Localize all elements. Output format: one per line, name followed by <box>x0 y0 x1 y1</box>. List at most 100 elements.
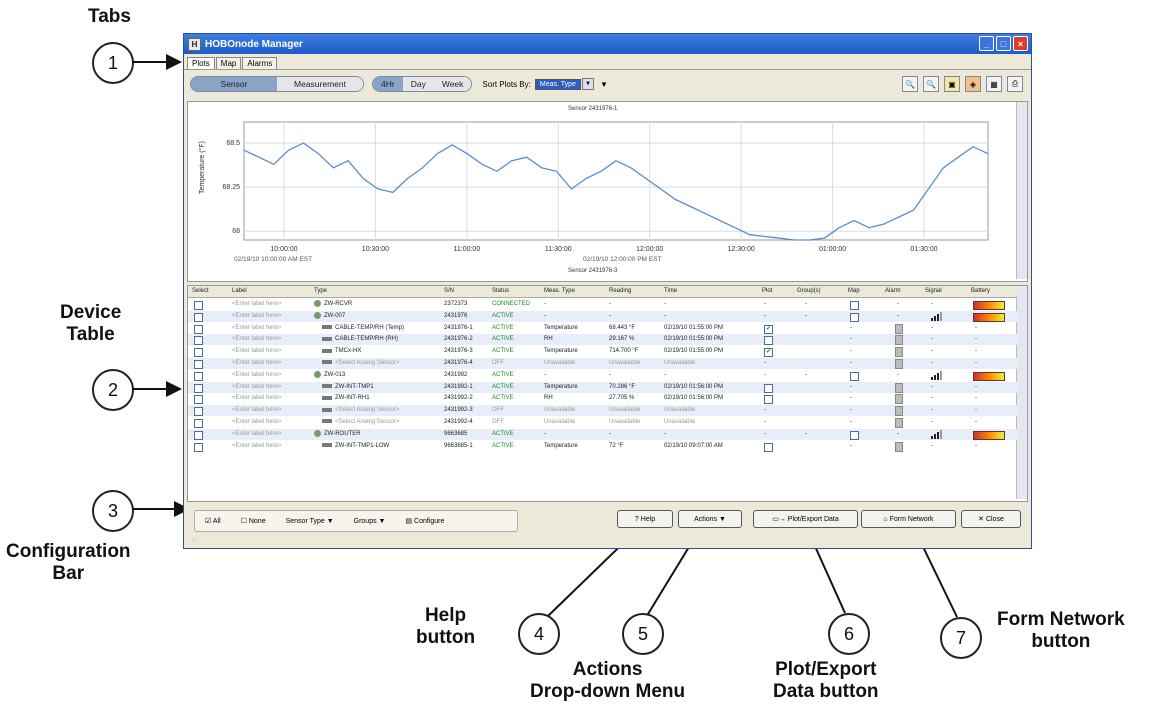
table-row[interactable]: <Enter label here> ZW-RCVR 2372373 CONNECTE… <box>188 299 1017 310</box>
alarm-bell-icon[interactable] <box>895 382 903 393</box>
label-cell[interactable]: <Enter label here> <box>232 429 281 440</box>
select-checkbox[interactable] <box>194 324 203 334</box>
select-checkbox[interactable] <box>194 348 203 358</box>
plot-checkbox[interactable] <box>764 442 773 452</box>
column-header[interactable]: S/N <box>444 286 454 297</box>
window-titlebar[interactable]: H HOBOnode Manager _ □ × <box>184 34 1031 54</box>
column-header[interactable]: Status <box>492 286 509 297</box>
select-checkbox[interactable] <box>194 395 203 405</box>
filter-icon[interactable]: ▼ <box>600 80 608 89</box>
alarm-bell-icon[interactable] <box>895 359 903 369</box>
range-4hr-button[interactable]: 4Hr <box>373 77 403 91</box>
alarm-bell-icon[interactable] <box>895 406 903 417</box>
alarm-bell-icon[interactable] <box>895 441 903 452</box>
column-header[interactable]: Group(s) <box>797 286 821 297</box>
table-scrollbar[interactable] <box>1016 286 1027 499</box>
tab-map[interactable]: Map <box>215 57 242 69</box>
select-checkbox[interactable] <box>194 383 203 393</box>
tab-plots[interactable]: Plots <box>187 57 215 69</box>
select-checkbox[interactable] <box>194 442 203 452</box>
groups-filter[interactable]: Groups ▼ <box>344 518 396 525</box>
label-cell[interactable]: <Enter label here> <box>232 417 281 428</box>
column-header[interactable]: Battery <box>971 286 990 297</box>
table-row[interactable]: <Enter label here> <Select Analog Sensor>… <box>188 405 1017 417</box>
select-all-button[interactable]: ☑ All <box>195 517 231 525</box>
table-row[interactable]: <Enter label here> ZW-INT-TMP1-LOW 9663685… <box>188 441 1017 452</box>
select-checkbox[interactable] <box>194 430 203 440</box>
grid-icon[interactable]: ▦ <box>986 76 1002 92</box>
table-row[interactable]: <Enter label here> ZW-INT-TMP1 2431992-1 AC… <box>188 381 1017 393</box>
print-icon[interactable]: ⎙ <box>1007 76 1023 92</box>
column-header[interactable]: Map <box>848 286 860 297</box>
plot-export-data-button[interactable]: ▭→ Plot/Export Data <box>753 510 858 528</box>
minimize-button[interactable]: _ <box>979 36 994 51</box>
map-checkbox[interactable] <box>850 371 859 381</box>
label-cell[interactable]: <Enter label here> <box>232 299 281 310</box>
sensor-view-button[interactable]: Sensor <box>191 77 277 91</box>
window-close-button[interactable]: × <box>1013 36 1028 51</box>
select-checkbox[interactable] <box>194 312 203 322</box>
configure-button[interactable]: ▤ Configure <box>395 517 454 525</box>
plot-checkbox[interactable]: ✔ <box>764 348 773 358</box>
measurement-view-button[interactable]: Measurement <box>277 77 363 91</box>
sort-dropdown-arrow-icon[interactable]: ▼ <box>581 78 594 90</box>
column-header[interactable]: Plot <box>762 286 772 297</box>
column-header[interactable]: Meas. Type <box>544 286 575 297</box>
column-header[interactable]: Signal <box>925 286 942 297</box>
range-day-button[interactable]: Day <box>402 77 434 91</box>
column-header[interactable]: Select <box>192 286 209 297</box>
plot-scrollbar[interactable] <box>1016 102 1027 279</box>
map-checkbox[interactable] <box>850 312 859 322</box>
table-row[interactable]: <Enter label here> ZW-INT-RH1 2431992-2 ACT… <box>188 393 1017 405</box>
select-checkbox[interactable] <box>194 371 203 381</box>
sensor-type-filter[interactable]: Sensor Type ▼ <box>276 518 344 525</box>
select-checkbox[interactable] <box>194 419 203 428</box>
table-row[interactable]: <Enter label here> CABLE-TEMP/RH (RH) 2431… <box>188 334 1017 346</box>
label-cell[interactable]: <Enter label here> <box>232 323 281 334</box>
tab-alarms[interactable]: Alarms <box>242 57 278 69</box>
maximize-button[interactable]: □ <box>996 36 1011 51</box>
alarm-bell-icon[interactable] <box>895 418 903 428</box>
select-checkbox[interactable] <box>194 360 203 369</box>
table-row[interactable]: <Enter label here> CABLE-TEMP/RH (Temp) 24… <box>188 323 1017 334</box>
label-cell[interactable]: <Enter label here> <box>232 358 281 369</box>
label-cell[interactable]: <Enter label here> <box>232 334 281 345</box>
alarm-bell-icon[interactable] <box>895 347 903 358</box>
zoom-out-icon[interactable]: 🔍 <box>923 76 939 92</box>
alarm-bell-icon[interactable] <box>895 323 903 334</box>
plot-checkbox[interactable] <box>764 383 773 393</box>
label-cell[interactable]: <Enter label here> <box>232 311 281 322</box>
column-header[interactable]: Time <box>664 286 677 297</box>
column-header[interactable]: Type <box>314 286 327 297</box>
select-checkbox[interactable] <box>194 301 203 310</box>
alarm-bell-icon[interactable] <box>895 394 903 405</box>
label-cell[interactable]: <Enter label here> <box>232 382 281 393</box>
map-checkbox[interactable] <box>850 430 859 440</box>
column-header[interactable]: Label <box>232 286 247 297</box>
label-cell[interactable]: <Enter label here> <box>232 393 281 404</box>
label-cell[interactable]: <Enter label here> <box>232 370 281 381</box>
column-header[interactable]: Reading <box>609 286 631 297</box>
help-button[interactable]: ? Help <box>617 510 673 528</box>
table-row[interactable]: <Enter label here> <Select Analog Sensor>… <box>188 358 1017 369</box>
plot-checkbox[interactable] <box>764 395 773 405</box>
table-row[interactable]: <Enter label here> TMCx-HX 2431976-3 ACTIVE… <box>188 346 1017 358</box>
map-checkbox[interactable] <box>850 301 859 310</box>
close-button[interactable]: ✕ Close <box>961 510 1021 528</box>
table-row[interactable]: <Enter label here> <Select Analog Sensor>… <box>188 417 1017 428</box>
range-week-button[interactable]: Week <box>433 77 472 91</box>
form-network-button[interactable]: ⌂ Form Network <box>861 510 956 528</box>
select-checkbox[interactable] <box>194 407 203 417</box>
alarm-bell-icon[interactable] <box>895 335 903 346</box>
table-row[interactable]: <Enter label here> ZW-007 2431976 ACTIVE - - -… <box>188 310 1017 322</box>
plot-checkbox[interactable]: ✔ <box>764 324 773 334</box>
table-row[interactable]: <Enter label here> ZW-ROUTER 9663685 ACTIVE… <box>188 428 1017 440</box>
column-header[interactable]: Alarm <box>885 286 901 297</box>
zoom-in-icon[interactable]: 🔍 <box>902 76 918 92</box>
select-none-button[interactable]: ☐ None <box>231 517 276 525</box>
table-row[interactable]: <Enter label here> ZW-013 2431992 ACTIVE - - -… <box>188 370 1017 381</box>
label-cell[interactable]: <Enter label here> <box>232 441 281 452</box>
select-checkbox[interactable] <box>194 336 203 346</box>
actions-dropdown-button[interactable]: Actions ▼ <box>678 510 742 528</box>
refresh-icon[interactable]: ◈ <box>965 76 981 92</box>
